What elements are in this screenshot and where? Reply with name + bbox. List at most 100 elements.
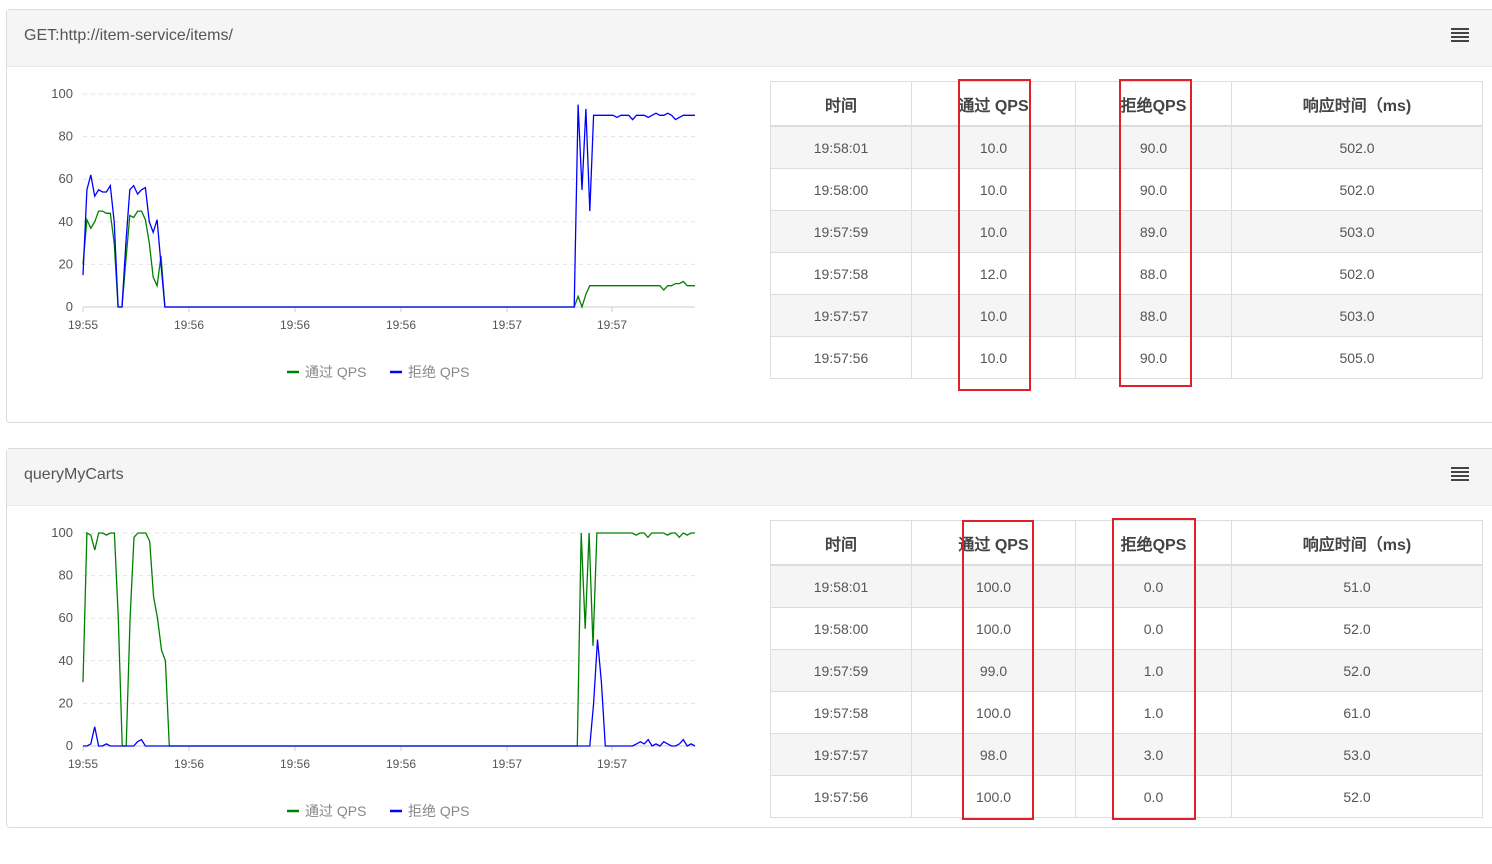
col-header-time[interactable]: 时间 bbox=[770, 520, 912, 566]
cell-time: 19:57:58 bbox=[770, 691, 912, 734]
table-row: 19:57:56 100.0 0.0 52.0 bbox=[770, 775, 1483, 818]
cell-block-qps: 90.0 bbox=[1075, 125, 1232, 169]
x-tick-label: 19:56 bbox=[386, 318, 416, 332]
x-tick-label: 19:57 bbox=[492, 757, 522, 771]
cell-block-qps: 90.0 bbox=[1075, 168, 1232, 211]
table-row: 19:58:00 10.0 90.0 502.0 bbox=[770, 168, 1483, 211]
table-row: 19:57:57 98.0 3.0 53.0 bbox=[770, 733, 1483, 776]
y-tick-label: 60 bbox=[59, 171, 73, 186]
cell-pass-qps: 100.0 bbox=[911, 607, 1076, 650]
col-header-rt[interactable]: 响应时间（ms) bbox=[1231, 520, 1483, 566]
qps-line-chart: 0 20 40 60 80 100 19:55 19:56 19:56 19:56 19:57 19:… bbox=[37, 519, 737, 859]
legend-label-pass[interactable]: 通过 QPS bbox=[305, 803, 366, 819]
cell-rt: 503.0 bbox=[1231, 210, 1483, 253]
resource-panel-items: GET:http://item-service/items/ 0 20 40 60 80… bbox=[6, 9, 1492, 423]
series-line-block bbox=[82, 104, 695, 308]
y-tick-label: 80 bbox=[59, 568, 73, 583]
x-tick-label: 19:57 bbox=[597, 318, 627, 332]
col-header-block-qps[interactable]: 拒绝QPS bbox=[1075, 81, 1232, 127]
cell-pass-qps: 10.0 bbox=[911, 294, 1076, 337]
x-tick-label: 19:56 bbox=[386, 757, 416, 771]
hamburger-menu-icon[interactable] bbox=[1451, 28, 1471, 46]
qps-table: 时间 通过 QPS 拒绝QPS 响应时间（ms) 19:58:01 100.0 0.… bbox=[770, 520, 1483, 818]
cell-time: 19:58:00 bbox=[770, 607, 912, 650]
cell-pass-qps: 12.0 bbox=[911, 252, 1076, 295]
table-row: 19:57:58 100.0 1.0 61.0 bbox=[770, 691, 1483, 734]
cell-time: 19:57:58 bbox=[770, 252, 912, 295]
cell-pass-qps: 10.0 bbox=[911, 168, 1076, 211]
resource-panel-carts: queryMyCarts 0 20 40 60 80 100 19:55 19:56 19:56… bbox=[6, 448, 1492, 828]
cell-pass-qps: 10.0 bbox=[911, 336, 1076, 379]
y-tick-label: 60 bbox=[59, 610, 73, 625]
qps-chart-svg: 0 20 40 60 80 100 19:55 19:56 19:56 19:56 19:57 19:… bbox=[51, 525, 696, 819]
cell-pass-qps: 10.0 bbox=[911, 210, 1076, 253]
panel-title: queryMyCarts bbox=[24, 466, 124, 483]
x-tick-label: 19:56 bbox=[280, 318, 310, 332]
x-tick-label: 19:56 bbox=[280, 757, 310, 771]
cell-block-qps: 89.0 bbox=[1075, 210, 1232, 253]
col-header-rt[interactable]: 响应时间（ms) bbox=[1231, 81, 1483, 127]
cell-rt: 503.0 bbox=[1231, 294, 1483, 337]
cell-time: 19:57:59 bbox=[770, 649, 912, 692]
cell-pass-qps: 100.0 bbox=[911, 564, 1076, 608]
table-row: 19:57:57 10.0 88.0 503.0 bbox=[770, 294, 1483, 337]
cell-pass-qps: 10.0 bbox=[911, 125, 1076, 169]
cell-block-qps: 1.0 bbox=[1075, 691, 1232, 734]
y-tick-label: 0 bbox=[66, 738, 73, 753]
cell-pass-qps: 100.0 bbox=[911, 691, 1076, 734]
y-tick-label: 80 bbox=[59, 129, 73, 144]
table-row: 19:58:01 100.0 0.0 51.0 bbox=[770, 564, 1483, 608]
cell-pass-qps: 100.0 bbox=[911, 775, 1076, 818]
col-header-block-qps[interactable]: 拒绝QPS bbox=[1075, 520, 1232, 566]
cell-pass-qps: 98.0 bbox=[911, 733, 1076, 776]
cell-block-qps: 88.0 bbox=[1075, 294, 1232, 337]
table-row: 19:58:00 100.0 0.0 52.0 bbox=[770, 607, 1483, 650]
cell-block-qps: 88.0 bbox=[1075, 252, 1232, 295]
x-tick-label: 19:57 bbox=[597, 757, 627, 771]
cell-block-qps: 3.0 bbox=[1075, 733, 1232, 776]
legend-label-block[interactable]: 拒绝 QPS bbox=[408, 803, 469, 819]
cell-time: 19:57:57 bbox=[770, 294, 912, 337]
y-tick-label: 40 bbox=[59, 214, 73, 229]
cell-block-qps: 0.0 bbox=[1075, 564, 1232, 608]
qps-line-chart: 0 20 40 60 80 100 19:55 19:56 19:56 19:56 19:57 19:… bbox=[37, 80, 737, 420]
cell-time: 19:57:57 bbox=[770, 733, 912, 776]
col-header-pass-qps[interactable]: 通过 QPS bbox=[911, 520, 1076, 566]
x-tick-label: 19:55 bbox=[68, 318, 98, 332]
legend-label-block[interactable]: 拒绝 QPS bbox=[408, 364, 469, 380]
x-tick-label: 19:57 bbox=[492, 318, 522, 332]
table-row: 19:57:56 10.0 90.0 505.0 bbox=[770, 336, 1483, 379]
cell-rt: 502.0 bbox=[1231, 125, 1483, 169]
cell-time: 19:58:01 bbox=[770, 125, 912, 169]
cell-time: 19:58:00 bbox=[770, 168, 912, 211]
cell-block-qps: 1.0 bbox=[1075, 649, 1232, 692]
legend-label-pass[interactable]: 通过 QPS bbox=[305, 364, 366, 380]
cell-rt: 51.0 bbox=[1231, 564, 1483, 608]
hamburger-menu-icon[interactable] bbox=[1451, 467, 1471, 485]
cell-block-qps: 0.0 bbox=[1075, 607, 1232, 650]
chart-legend[interactable]: 通过 QPS 拒绝 QPS bbox=[287, 364, 469, 380]
cell-time: 19:57:59 bbox=[770, 210, 912, 253]
cell-rt: 53.0 bbox=[1231, 733, 1483, 776]
cell-block-qps: 0.0 bbox=[1075, 775, 1232, 818]
x-tick-label: 19:55 bbox=[68, 757, 98, 771]
cell-rt: 61.0 bbox=[1231, 691, 1483, 734]
y-tick-label: 20 bbox=[59, 695, 73, 710]
panel-header: GET:http://item-service/items/ bbox=[7, 10, 1492, 67]
cell-time: 19:57:56 bbox=[770, 775, 912, 818]
y-tick-label: 100 bbox=[51, 86, 73, 101]
cell-time: 19:57:56 bbox=[770, 336, 912, 379]
col-header-time[interactable]: 时间 bbox=[770, 81, 912, 127]
cell-rt: 52.0 bbox=[1231, 607, 1483, 650]
cell-rt: 502.0 bbox=[1231, 252, 1483, 295]
qps-chart-svg: 0 20 40 60 80 100 19:55 19:56 19:56 19:56 19:57 19:… bbox=[51, 86, 695, 380]
col-header-pass-qps[interactable]: 通过 QPS bbox=[911, 81, 1076, 127]
panel-title: GET:http://item-service/items/ bbox=[24, 27, 233, 44]
chart-legend[interactable]: 通过 QPS 拒绝 QPS bbox=[287, 803, 469, 819]
panel-header: queryMyCarts bbox=[7, 449, 1492, 506]
table-row: 19:57:58 12.0 88.0 502.0 bbox=[770, 252, 1483, 295]
cell-rt: 52.0 bbox=[1231, 775, 1483, 818]
cell-rt: 505.0 bbox=[1231, 336, 1483, 379]
table-row: 19:57:59 10.0 89.0 503.0 bbox=[770, 210, 1483, 253]
series-line-block bbox=[83, 639, 696, 747]
